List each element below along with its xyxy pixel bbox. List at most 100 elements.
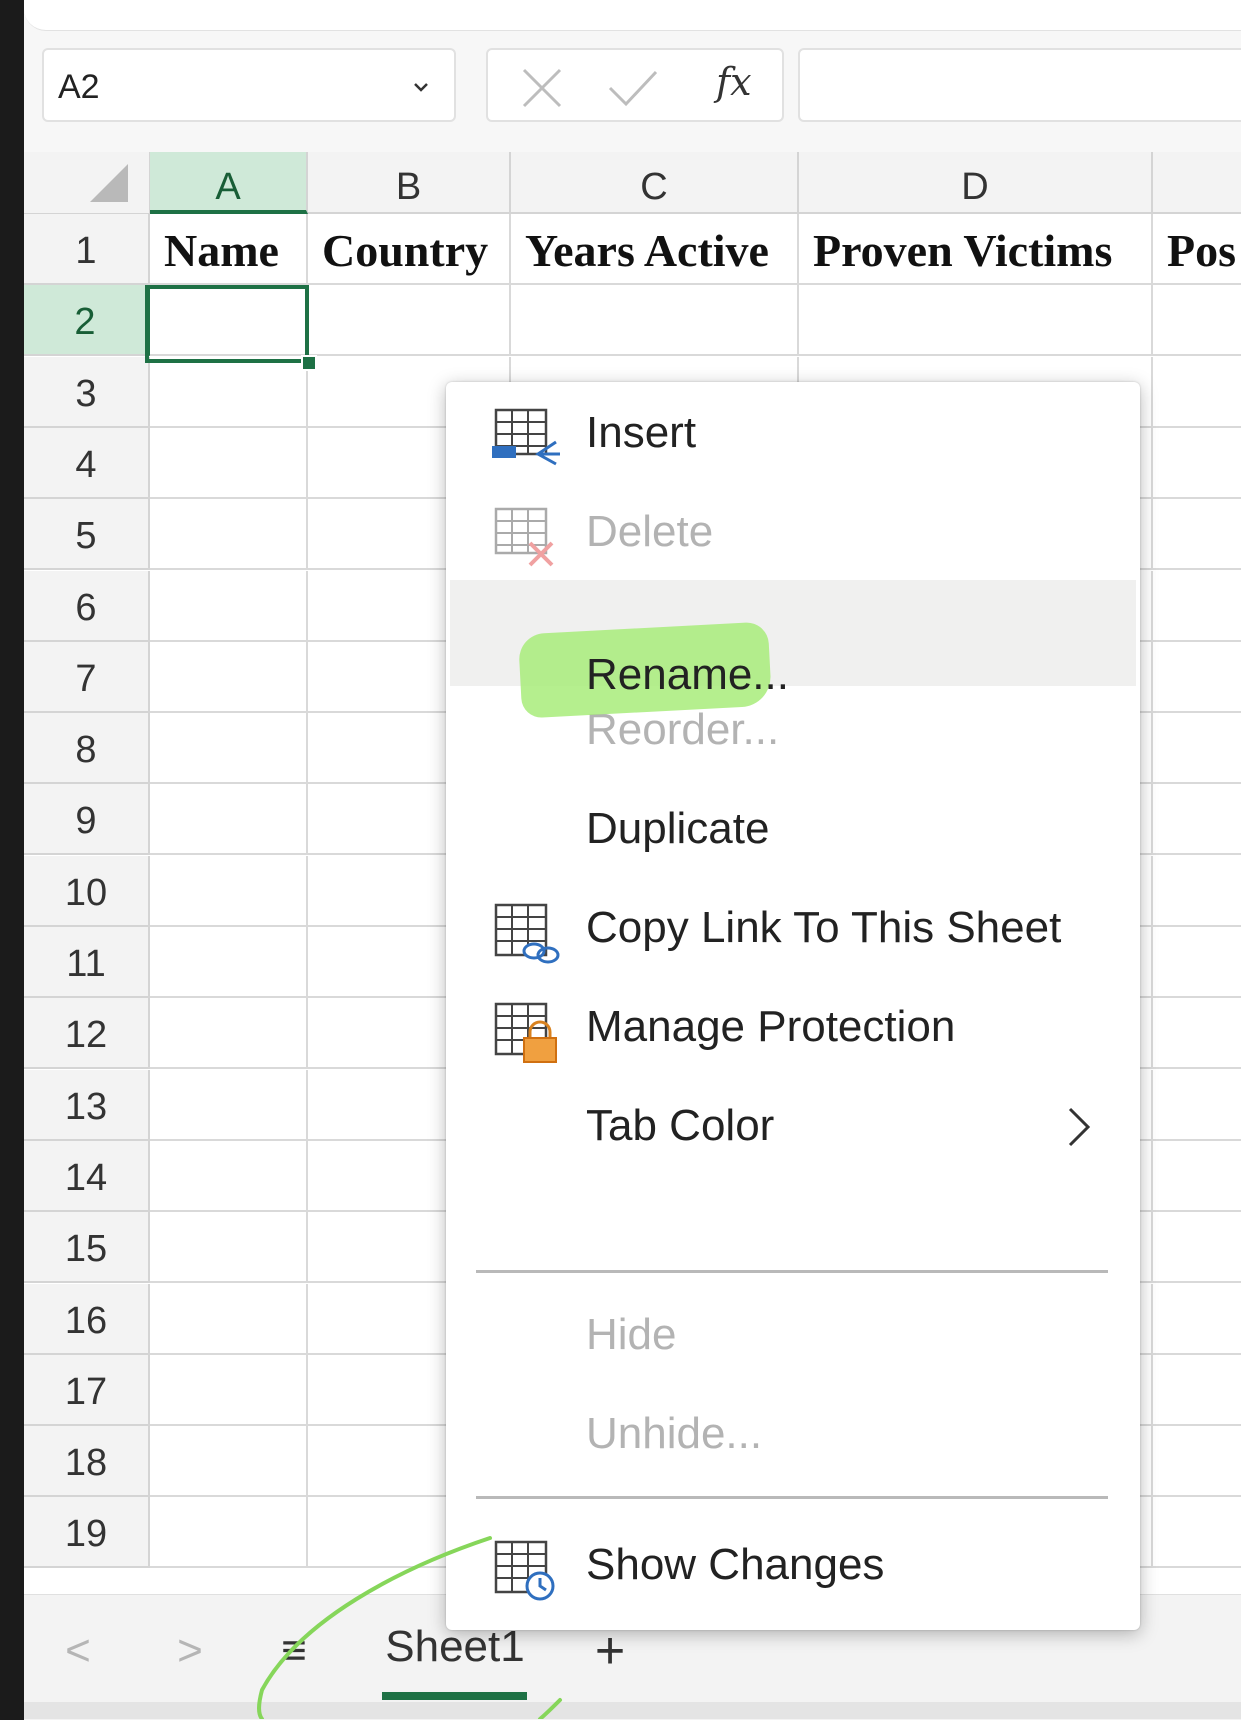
menu-item-manage-protection[interactable]: Manage Protection	[450, 976, 1136, 1082]
row-header-19[interactable]: 19	[24, 1497, 150, 1568]
formula-actions: fx	[486, 48, 784, 122]
delete-sheet-icon	[494, 507, 554, 567]
grid-cell[interactable]	[1153, 1284, 1241, 1355]
menu-item-label: Hide	[586, 1310, 677, 1359]
row-header-9[interactable]: 9	[24, 784, 150, 855]
confirm-icon[interactable]	[606, 66, 660, 110]
grid-cell[interactable]	[150, 1355, 308, 1426]
grid-cell[interactable]	[150, 927, 308, 998]
row-header-3[interactable]: 3	[24, 357, 150, 428]
name-box-value: A2	[58, 68, 100, 106]
grid-cell[interactable]	[150, 1141, 308, 1212]
lock-sheet-icon	[494, 1002, 557, 1063]
grid-cell[interactable]	[1153, 357, 1241, 428]
insert-function-icon[interactable]: fx	[716, 60, 752, 104]
menu-item-delete[interactable]: Delete	[450, 481, 1136, 587]
grid-cell[interactable]	[1153, 1212, 1241, 1283]
header-cell[interactable]: Pos	[1153, 214, 1241, 285]
row-header-12[interactable]: 12	[24, 998, 150, 1069]
header-cell[interactable]: Country	[308, 214, 511, 285]
active-cell-a2[interactable]	[145, 285, 309, 363]
grid-cell[interactable]	[150, 1070, 308, 1141]
all-sheets-menu-icon[interactable]: ≡	[274, 1626, 314, 1676]
cancel-icon[interactable]	[520, 66, 564, 110]
row-header-4[interactable]: 4	[24, 428, 150, 499]
row-header-10[interactable]: 10	[24, 856, 150, 927]
row-header-5[interactable]: 5	[24, 499, 150, 570]
column-header-e[interactable]	[1153, 152, 1241, 214]
grid-cell[interactable]	[799, 285, 1153, 356]
menu-item-tab-color[interactable]: Tab Color	[450, 1075, 1136, 1181]
row-header-14[interactable]: 14	[24, 1141, 150, 1212]
header-cell[interactable]: Proven Victims	[799, 214, 1153, 285]
row-header-13[interactable]: 13	[24, 1070, 150, 1141]
grid-cell[interactable]	[150, 856, 308, 927]
link-sheet-icon	[494, 903, 560, 964]
grid-cell[interactable]	[1153, 1355, 1241, 1426]
row-header-1[interactable]: 1	[24, 214, 150, 285]
grid-cell[interactable]	[1153, 642, 1241, 713]
prev-sheet-button[interactable]: <	[58, 1626, 98, 1676]
grid-cell[interactable]	[150, 1426, 308, 1497]
grid-cell[interactable]	[150, 998, 308, 1069]
next-sheet-button[interactable]: >	[170, 1626, 210, 1676]
menu-item-insert[interactable]: Insert	[450, 382, 1136, 488]
column-header-b[interactable]: B	[308, 152, 511, 214]
grid-cell[interactable]	[1153, 428, 1241, 499]
row-header-17[interactable]: 17	[24, 1355, 150, 1426]
grid-cell[interactable]	[150, 571, 308, 642]
grid-cell[interactable]	[150, 784, 308, 855]
menu-item-unhide[interactable]: Unhide...	[450, 1383, 1136, 1489]
row-header-11[interactable]: 11	[24, 927, 150, 998]
grid-cell[interactable]	[1153, 856, 1241, 927]
grid-cell[interactable]	[150, 1284, 308, 1355]
grid-cell[interactable]	[1153, 784, 1241, 855]
menu-item-show-changes[interactable]: Show Changes	[450, 1514, 1136, 1620]
grid-cell[interactable]	[1153, 571, 1241, 642]
header-cell[interactable]: Years Active	[511, 214, 799, 285]
formula-input[interactable]	[798, 48, 1241, 122]
grid-cell[interactable]	[150, 642, 308, 713]
select-all-corner[interactable]	[24, 152, 150, 214]
grid-cell[interactable]	[1153, 285, 1241, 356]
chevron-down-icon[interactable]	[406, 72, 436, 102]
grid-cell[interactable]	[150, 1212, 308, 1283]
row-header-6[interactable]: 6	[24, 571, 150, 642]
grid-cell[interactable]	[150, 428, 308, 499]
row-header-16[interactable]: 16	[24, 1284, 150, 1355]
column-header-c[interactable]: C	[511, 152, 799, 214]
grid-cell[interactable]	[308, 285, 511, 356]
grid-cell[interactable]	[150, 713, 308, 784]
menu-item-copy-link[interactable]: Copy Link To This Sheet	[450, 877, 1136, 983]
row-header-15[interactable]: 15	[24, 1212, 150, 1283]
grid-cell[interactable]	[1153, 927, 1241, 998]
column-header-a[interactable]: A	[150, 152, 308, 214]
grid-cell[interactable]	[150, 499, 308, 570]
row-header-8[interactable]: 8	[24, 713, 150, 784]
grid-cell[interactable]	[150, 357, 308, 428]
grid-cell[interactable]	[511, 285, 799, 356]
fill-handle[interactable]	[301, 355, 317, 371]
header-cell[interactable]: Name	[150, 214, 308, 285]
menu-item-hide[interactable]: Hide	[450, 1284, 1136, 1390]
grid-cell[interactable]	[150, 1497, 308, 1568]
grid-cell[interactable]	[1153, 1070, 1241, 1141]
row-header-2[interactable]: 2	[24, 285, 150, 356]
grid-cell[interactable]	[1153, 499, 1241, 570]
grid-cell[interactable]	[1153, 1141, 1241, 1212]
grid-cell[interactable]	[1153, 713, 1241, 784]
menu-item-duplicate[interactable]: Duplicate	[450, 778, 1136, 884]
grid-cell[interactable]	[1153, 998, 1241, 1069]
row-header-7[interactable]: 7	[24, 642, 150, 713]
column-header-d[interactable]: D	[799, 152, 1153, 214]
status-strip	[24, 1702, 1241, 1719]
add-sheet-button[interactable]: +	[590, 1625, 630, 1677]
name-box[interactable]: A2	[42, 48, 456, 122]
menu-separator	[476, 1496, 1108, 1499]
menu-item-label: Copy Link To This Sheet	[586, 903, 1062, 952]
menu-item-rename-label: Rename...	[586, 650, 789, 699]
grid-cell[interactable]	[1153, 1497, 1241, 1568]
grid-cell[interactable]	[1153, 1426, 1241, 1497]
menu-item-label: Unhide...	[586, 1409, 763, 1458]
row-header-18[interactable]: 18	[24, 1426, 150, 1497]
